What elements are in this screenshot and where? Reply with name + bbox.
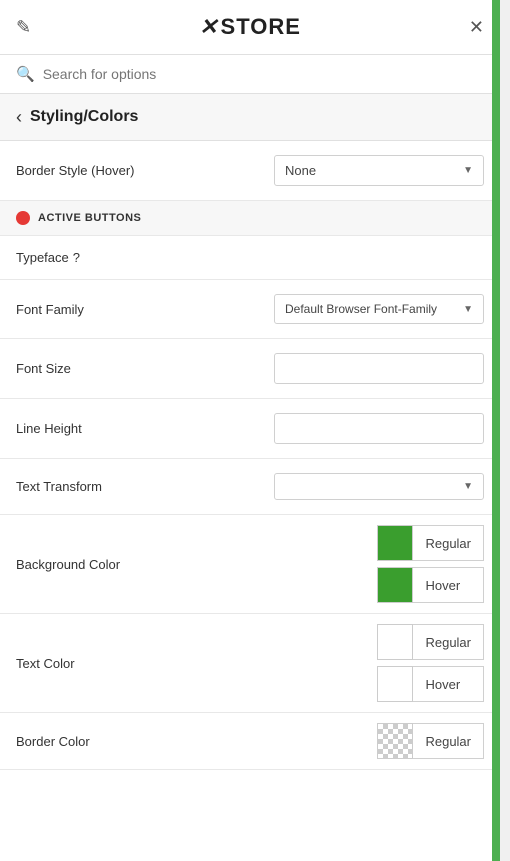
header: ✎ ✕STORE ✕	[0, 0, 500, 55]
text-transform-row: Text Transform ▼	[0, 459, 500, 515]
text-transform-select[interactable]: ▼	[274, 473, 484, 500]
border-color-regular-swatch[interactable]	[377, 723, 413, 759]
breadcrumb: ‹ Styling/Colors	[0, 94, 500, 141]
text-color-label: Text Color	[16, 656, 75, 671]
border-color-controls: Regular	[377, 723, 484, 759]
app-logo: ✕STORE	[31, 14, 469, 40]
page-title: Styling/Colors	[30, 108, 138, 126]
typeface-label-text: Typeface	[16, 250, 69, 265]
font-family-label: Font Family	[16, 302, 84, 317]
active-buttons-section-header: ACTIVE BUTTONS	[0, 201, 500, 236]
background-color-regular-button[interactable]: Regular	[413, 525, 484, 561]
text-color-hover-row: Hover	[377, 666, 484, 702]
background-color-row: Background Color Regular Hover	[0, 515, 500, 614]
text-transform-label: Text Transform	[16, 479, 102, 494]
background-color-regular-swatch[interactable]	[377, 525, 413, 561]
line-height-label: Line Height	[16, 421, 82, 436]
chevron-down-icon: ▼	[463, 165, 473, 176]
border-style-hover-select[interactable]: None ▼	[274, 155, 484, 186]
border-color-regular-row: Regular	[377, 723, 484, 759]
text-color-regular-row: Regular	[377, 624, 484, 660]
font-size-row: Font Size	[0, 339, 500, 399]
active-buttons-label: ACTIVE BUTTONS	[38, 212, 141, 224]
text-color-hover-button[interactable]: Hover	[413, 666, 484, 702]
text-color-regular-button[interactable]: Regular	[413, 624, 484, 660]
border-style-hover-row: Border Style (Hover) None ▼	[0, 141, 500, 201]
typeface-help-icon[interactable]: ?	[73, 250, 80, 265]
background-color-hover-row: Hover	[377, 567, 484, 603]
line-height-input[interactable]	[274, 413, 484, 444]
text-color-controls: Regular Hover	[377, 624, 484, 702]
search-bar: 🔍	[0, 55, 500, 94]
font-size-label: Font Size	[16, 361, 71, 376]
line-height-row: Line Height	[0, 399, 500, 459]
search-icon: 🔍	[16, 65, 35, 83]
search-input[interactable]	[43, 66, 484, 82]
background-color-regular-row: Regular	[377, 525, 484, 561]
font-size-input[interactable]	[274, 353, 484, 384]
background-color-label: Background Color	[16, 557, 120, 572]
border-style-hover-label: Border Style (Hover)	[16, 163, 134, 178]
font-family-select[interactable]: Default Browser Font-Family ▼	[274, 294, 484, 324]
background-color-controls: Regular Hover	[377, 525, 484, 603]
border-color-label: Border Color	[16, 734, 90, 749]
close-icon[interactable]: ✕	[469, 17, 484, 38]
chevron-down-icon: ▼	[463, 304, 473, 315]
back-button[interactable]: ‹	[16, 108, 22, 126]
chevron-down-icon: ▼	[463, 481, 473, 492]
background-color-hover-button[interactable]: Hover	[413, 567, 484, 603]
text-color-row: Text Color Regular Hover	[0, 614, 500, 713]
background-color-hover-swatch[interactable]	[377, 567, 413, 603]
text-color-regular-swatch[interactable]	[377, 624, 413, 660]
border-color-regular-button[interactable]: Regular	[413, 723, 484, 759]
font-family-row: Font Family Default Browser Font-Family …	[0, 280, 500, 339]
tool-icon[interactable]: ✎	[16, 17, 31, 38]
typeface-row: Typeface ?	[0, 236, 500, 280]
text-color-hover-swatch[interactable]	[377, 666, 413, 702]
border-color-row: Border Color Regular	[0, 713, 500, 770]
active-dot	[16, 211, 30, 225]
